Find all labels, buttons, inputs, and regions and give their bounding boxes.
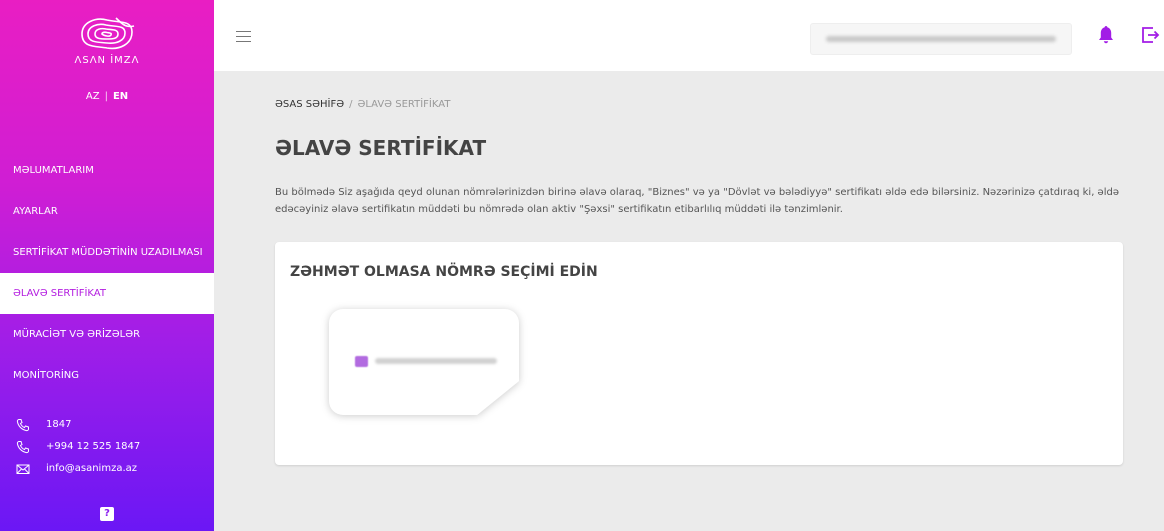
contact-text: info@asanimza.az xyxy=(46,463,138,474)
contact-email[interactable]: info@asanimza.az xyxy=(16,458,140,480)
bell-icon[interactable] xyxy=(1098,25,1114,45)
top-bar xyxy=(214,0,1164,71)
logo-icon xyxy=(81,17,135,50)
language-switcher: AZ | EN xyxy=(0,91,214,102)
sidebar-item-sertifikat-uzadilmasi[interactable]: SERTİFİKAT MÜDDƏTİNİN UZADILMASI xyxy=(0,232,214,273)
sidebar-nav: MƏLUMATLARIM AYARLAR SERTİFİKAT MÜDDƏTİN… xyxy=(0,150,214,396)
phone-icon xyxy=(16,419,29,432)
logout-icon[interactable] xyxy=(1140,25,1160,45)
operator-logo-icon xyxy=(355,356,368,367)
mail-icon xyxy=(16,464,30,474)
menu-icon[interactable] xyxy=(236,31,251,42)
sim-card-option[interactable] xyxy=(329,309,519,415)
contacts: 1847 +994 12 525 1847 info@asanimza.az xyxy=(16,414,140,480)
logo-text: ΛSΛN İMZΛ xyxy=(74,55,140,66)
sidebar-item-monitoring[interactable]: MONİTORİNG xyxy=(0,355,214,396)
breadcrumb-home[interactable]: ƏSAS SƏHİFƏ xyxy=(275,99,344,110)
sidebar-item-melumatlarim[interactable]: MƏLUMATLARIM xyxy=(0,150,214,191)
breadcrumb: ƏSAS SƏHİFƏ / ƏLAVƏ SERTİFİKAT xyxy=(275,99,450,110)
lang-az[interactable]: AZ xyxy=(86,91,100,102)
sidebar: ΛSΛN İMZΛ AZ | EN MƏLUMATLARIM AYARLAR SER… xyxy=(0,0,214,531)
page-description: Bu bölmədə Siz aşağıda qeyd olunan nömrə… xyxy=(275,187,1119,215)
main-content: ƏSAS SƏHİFƏ / ƏLAVƏ SERTİFİKAT ƏLAVƏ SERTİ… xyxy=(214,71,1164,531)
page-title: ƏLAVƏ SERTİFİKAT xyxy=(275,136,487,160)
sidebar-item-muraciet[interactable]: MÜRACİƏT VƏ ƏRİZƏLƏR xyxy=(0,314,214,355)
phone-icon xyxy=(16,441,29,454)
card-title: ZƏHMƏT OLMASA NÖMRƏ SEÇİMİ EDİN xyxy=(290,264,598,280)
contact-text: 1847 xyxy=(46,419,72,430)
sidebar-item-ayarlar[interactable]: AYARLAR xyxy=(0,191,214,232)
contact-text: +994 12 525 1847 xyxy=(46,441,141,452)
help-icon[interactable]: ? xyxy=(100,507,114,521)
lang-separator: | xyxy=(104,91,108,102)
number-selection-card: ZƏHMƏT OLMASA NÖMRƏ SEÇİMİ EDİN xyxy=(275,242,1123,465)
lang-en[interactable]: EN xyxy=(113,91,128,102)
asan-imza-logo[interactable]: ΛSΛN İMZΛ xyxy=(70,14,144,72)
breadcrumb-current: ƏLAVƏ SERTİFİKAT xyxy=(357,99,451,110)
user-info-box[interactable] xyxy=(810,23,1072,55)
sidebar-item-elave-sertifikat[interactable]: ƏLAVƏ SERTİFİKAT xyxy=(0,273,214,314)
contact-short-number[interactable]: 1847 xyxy=(16,414,140,436)
user-name-redacted xyxy=(826,36,1056,42)
phone-number-redacted xyxy=(375,358,497,364)
breadcrumb-separator: / xyxy=(349,99,353,110)
contact-phone[interactable]: +994 12 525 1847 xyxy=(16,436,140,458)
